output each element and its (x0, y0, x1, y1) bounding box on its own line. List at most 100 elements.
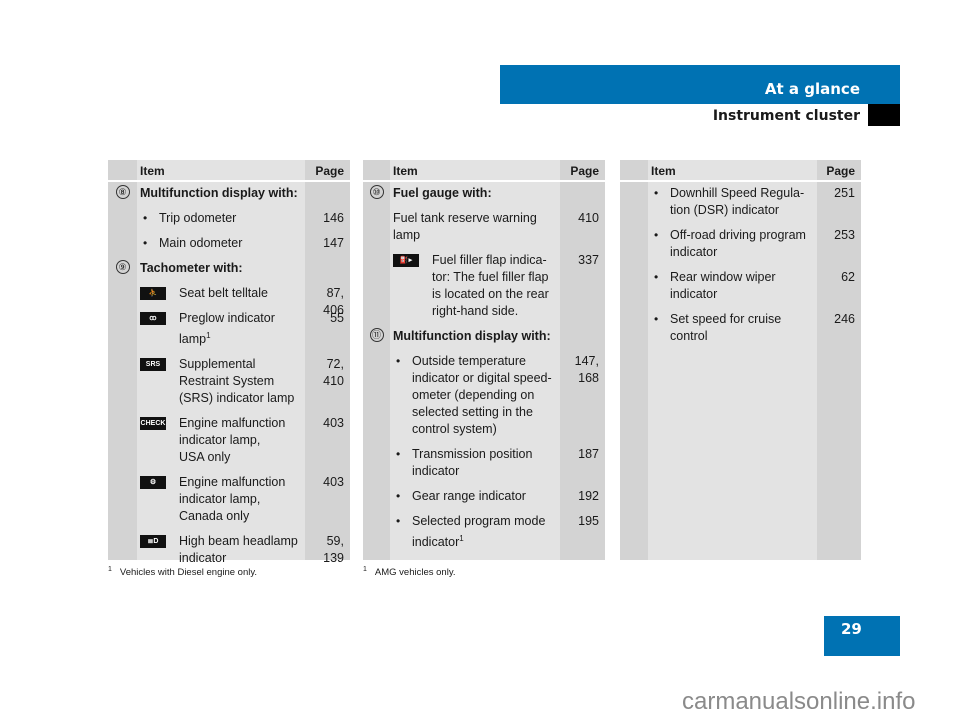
group-row: ⑩ Fuel gauge with: (363, 182, 605, 207)
item-table-1: Item Page ⑧ Multifunction display with: • Tri… (108, 160, 350, 565)
item-text: Outside temperature indicator or digital… (412, 354, 552, 436)
footnote-ref: 1 (206, 331, 211, 340)
section-marker (868, 104, 900, 126)
page-ref: 337 (578, 253, 599, 267)
item-row: • Outside temperature indicator or digita… (363, 350, 605, 443)
item-text: Trip odometer (159, 211, 237, 225)
item-text: Multifunction display with: (140, 186, 298, 200)
item-header: Item (140, 164, 165, 178)
item-text: Engine malfunction indicator lamp, Canad… (179, 475, 286, 524)
item-row: ꝏ Preglow indicator lamp1 55 (108, 307, 350, 353)
bullet: • (654, 270, 659, 284)
bullet: • (654, 228, 659, 242)
item-text: Fuel filler flap indica-​tor: The fuel f… (432, 253, 549, 318)
item-text: Preglow indicator lamp (179, 311, 275, 347)
footnote-ref: 1 (459, 534, 464, 543)
bullet: • (143, 236, 148, 250)
item-row: • Downhill Speed Regula-​tion (DSR) indic… (620, 182, 861, 224)
page-ref: 187 (578, 447, 599, 461)
engine-icon: ⚙ (140, 476, 166, 490)
footnote-mark: 1 (108, 566, 112, 573)
page-ref: 146 (323, 211, 344, 225)
callout-number: ⑪ (369, 328, 384, 342)
page-header: Page (826, 164, 855, 178)
preglow-icon: ꝏ (140, 312, 166, 325)
high-beam-icon: ≣D (140, 535, 166, 549)
page-ref: 403 (323, 475, 344, 490)
page-header: Page (315, 164, 344, 178)
group-row: ⑧ Multifunction display with: (108, 182, 350, 207)
page-ref: 55 (330, 311, 344, 325)
callout-number: ⑨ (115, 260, 130, 274)
item-text: Multifunction display with: (393, 329, 551, 343)
page-ref: 251 (834, 186, 855, 200)
check-engine-icon: CHECK ENGINE (140, 417, 166, 431)
table-header: Item Page (108, 160, 350, 182)
bullet: • (143, 211, 148, 225)
item-row: CHECK ENGINE Engine malfunction indicator… (108, 412, 350, 471)
bullet: • (396, 447, 401, 461)
group-row: ⑨ Tachometer with: (108, 257, 350, 282)
page-ref: 195 (578, 514, 599, 528)
item-row: • Selected program mode indicator1 195 (363, 510, 605, 556)
item-row: • Trip odometer 146 (108, 207, 350, 232)
watermark: carmanualsonline.info (682, 688, 916, 715)
bullet: • (396, 354, 401, 368)
page-ref: 410 (578, 211, 599, 225)
page-ref: 147, 168 (574, 354, 599, 385)
item-text: Transmission position indicator (412, 447, 533, 478)
page-ref: 59, 139 (323, 534, 344, 566)
page-ref: 403 (323, 416, 344, 431)
item-row: • Set speed for cruise control 246 (620, 308, 861, 350)
item-row: • Main odometer 147 (108, 232, 350, 257)
item-text: Tachometer with: (140, 261, 243, 275)
item-text: Downhill Speed Regula-​tion (DSR) indica… (670, 186, 805, 217)
page-number: 29 (824, 616, 900, 656)
group-row: ⑪ Multifunction display with: (363, 325, 605, 350)
subsection-title: Instrument cluster (712, 108, 860, 124)
item-row: ⛽▸ Fuel filler flap indica-​tor: The fuel… (363, 249, 605, 325)
page-ref: 253 (834, 228, 855, 242)
section-title: At a glance (764, 80, 860, 98)
item-row: • Gear range indicator 192 (363, 485, 605, 510)
item-text: Off-road driving program indicator (670, 228, 806, 259)
item-text: Rear window wiper indicator (670, 270, 776, 301)
bullet: • (396, 514, 401, 528)
item-row: Fuel tank reserve warning lamp 410 (363, 207, 605, 249)
item-header: Item (651, 164, 676, 178)
page-ref: 147 (323, 236, 344, 250)
item-row: ⛹ Seat belt telltale 87, 406 (108, 282, 350, 317)
item-text: Fuel gauge with: (393, 186, 492, 200)
item-text: Fuel tank reserve warning lamp (393, 211, 537, 242)
item-row: • Transmission position indicator 187 (363, 443, 605, 485)
page-ref: 62 (841, 270, 855, 284)
bullet: • (654, 186, 659, 200)
item-header: Item (393, 164, 418, 178)
bullet: • (654, 312, 659, 326)
table-header: Item Page (620, 160, 861, 182)
item-table-3: Item Page • Downhill Speed Regula-​tion (DS… (620, 160, 861, 560)
callout-number: ⑩ (369, 185, 384, 199)
bullet: • (396, 489, 401, 503)
fuel-filler-icon: ⛽▸ (393, 254, 419, 267)
item-text: Seat belt telltale (179, 286, 268, 300)
footnote-text: AMG vehicles only. (374, 567, 456, 579)
item-text: Selected program mode indicator (412, 514, 546, 550)
item-row: SRS Supplemental Restraint System (SRS) i… (108, 353, 350, 412)
srs-icon: SRS (140, 358, 166, 372)
item-row: • Rear window wiper indicator 62 (620, 266, 861, 308)
footnote-mark: 1 (363, 566, 367, 573)
item-text: High beam headlamp indicator (179, 534, 298, 566)
item-row: • Off-road driving program indicator 253 (620, 224, 861, 266)
item-row: ⚙ Engine malfunction indicator lamp, Cana… (108, 471, 350, 530)
item-text: Main odometer (159, 236, 243, 250)
table-header: Item Page (363, 160, 605, 182)
callout-number: ⑧ (115, 185, 130, 199)
item-text: Set speed for cruise control (670, 312, 782, 343)
page-header: Page (570, 164, 599, 178)
item-text: Engine malfunction indicator lamp, USA o… (179, 416, 286, 465)
page-ref: 72, 410 (323, 357, 344, 389)
page-ref: 192 (578, 489, 599, 503)
seat-belt-icon: ⛹ (140, 287, 166, 300)
item-table-2: Item Page ⑩ Fuel gauge with: Fuel tank reser… (363, 160, 605, 560)
